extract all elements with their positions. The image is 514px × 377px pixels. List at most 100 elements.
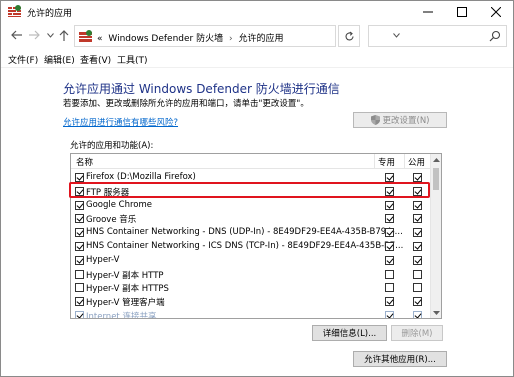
chevron-down-icon [46, 32, 54, 38]
allowed-apps-label: 允许的应用和功能(A): [70, 141, 154, 151]
back-button[interactable] [9, 28, 23, 42]
change-settings-button[interactable]: 更改设置(N) [353, 112, 447, 128]
app-row[interactable]: HNS Container Networking - DNS (UDP-In) … [71, 226, 431, 240]
app-name: Hyper-V 管理客户端 [86, 298, 165, 309]
menu-edit[interactable]: 编辑(E) [44, 53, 75, 66]
private-network-checkbox[interactable] [385, 269, 394, 279]
app-enabled-checkbox[interactable] [75, 242, 84, 251]
maximize-button[interactable] [445, 1, 479, 23]
up-arrow-icon [59, 29, 69, 41]
firewall-shield-icon [8, 5, 21, 17]
private-network-checkbox[interactable] [385, 200, 394, 210]
maximize-icon [457, 7, 467, 17]
remove-button[interactable]: 删除(M) [391, 325, 443, 341]
up-button[interactable] [57, 28, 71, 42]
app-row[interactable]: Hyper-V 副本 HTTPS [71, 281, 431, 295]
search-box[interactable] [368, 25, 507, 47]
minimize-icon [423, 11, 433, 13]
app-enabled-checkbox[interactable] [75, 255, 84, 265]
app-enabled-checkbox[interactable] [75, 173, 84, 182]
scroll-down-icon [432, 310, 440, 315]
refresh-button[interactable] [338, 25, 360, 47]
app-enabled-checkbox[interactable] [75, 214, 84, 224]
public-network-checkbox[interactable] [413, 228, 422, 238]
list-scrollbar[interactable] [430, 154, 441, 318]
address-bar[interactable]: « Windows Defender 防火墙 › 允许的应用 [74, 25, 400, 47]
public-network-checkbox[interactable] [413, 173, 422, 182]
app-enabled-checkbox[interactable] [75, 311, 84, 318]
refresh-icon [344, 31, 354, 40]
menu-tools[interactable]: 工具(T) [117, 53, 148, 66]
recent-locations-button[interactable] [43, 28, 57, 42]
app-enabled-checkbox[interactable] [75, 297, 84, 307]
app-enabled-checkbox[interactable] [75, 269, 84, 279]
public-network-checkbox[interactable] [413, 200, 422, 210]
close-button[interactable] [479, 1, 513, 23]
public-network-checkbox[interactable] [413, 214, 422, 224]
public-network-checkbox[interactable] [413, 297, 422, 307]
app-row[interactable]: Internet 连接共享 [71, 309, 431, 319]
app-row[interactable]: HNS Container Networking - ICS DNS (TCP-… [71, 240, 431, 254]
scroll-up-button[interactable] [431, 154, 441, 165]
navigation-bar: « Windows Defender 防火墙 › 允许的应用 [1, 23, 513, 49]
breadcrumb-allowed-apps[interactable]: 允许的应用 [238, 34, 283, 44]
app-enabled-checkbox[interactable] [75, 283, 84, 293]
details-button[interactable]: 详细信息(L)... [312, 325, 387, 341]
app-name: Hyper-V 副本 HTTPS [86, 284, 169, 295]
public-network-checkbox[interactable] [413, 242, 422, 251]
private-network-checkbox[interactable] [385, 173, 394, 182]
page-heading: 允许应用通过 Windows Defender 防火墙进行通信 [63, 82, 340, 96]
private-network-checkbox[interactable] [385, 255, 394, 265]
allow-other-app-button[interactable]: 允许其他应用(R)... [353, 351, 447, 367]
app-row[interactable]: Hyper-V 副本 HTTP [71, 268, 431, 282]
public-network-checkbox[interactable] [413, 269, 422, 279]
app-name: Groove 音乐 [86, 215, 137, 226]
column-name-header[interactable]: 名称 [76, 156, 93, 168]
minimize-button[interactable] [411, 1, 445, 23]
public-network-checkbox[interactable] [413, 283, 422, 293]
app-enabled-checkbox[interactable] [75, 186, 84, 196]
private-network-checkbox[interactable] [385, 214, 394, 224]
forward-arrow-icon [28, 30, 40, 40]
risk-info-link[interactable]: 允许应用进行通信有哪些风险? [63, 116, 178, 128]
private-network-checkbox[interactable] [385, 186, 394, 196]
scroll-thumb[interactable] [433, 168, 439, 190]
private-network-checkbox[interactable] [385, 242, 394, 251]
menu-bar: 文件(F) 编辑(E) 查看(V) 工具(T) [1, 50, 513, 68]
app-name: Firefox (D:\Mozilla Firefox) [86, 172, 196, 182]
app-row[interactable]: Hyper-V 管理客户端 [71, 295, 431, 309]
breadcrumb: « Windows Defender 防火墙 › 允许的应用 [97, 31, 284, 44]
app-row[interactable]: FTP 服务器 [71, 185, 431, 199]
app-name: HNS Container Networking - ICS DNS (TCP-… [86, 241, 404, 251]
app-name: Internet 连接共享 [86, 312, 157, 319]
public-network-checkbox[interactable] [413, 186, 422, 196]
breadcrumb-firewall[interactable]: Windows Defender 防火墙 [108, 34, 223, 44]
app-name: FTP 服务器 [86, 187, 130, 198]
private-network-checkbox[interactable] [385, 311, 394, 318]
column-public-header[interactable]: 公用 [408, 156, 425, 168]
public-network-checkbox[interactable] [413, 311, 422, 318]
forward-button[interactable] [27, 28, 41, 42]
scroll-down-button[interactable] [431, 307, 441, 318]
app-row[interactable]: Firefox (D:\Mozilla Firefox) [71, 171, 431, 185]
private-network-checkbox[interactable] [385, 297, 394, 307]
menu-file[interactable]: 文件(F) [8, 53, 38, 66]
menu-view[interactable]: 查看(V) [80, 53, 111, 66]
private-network-checkbox[interactable] [385, 283, 394, 293]
close-icon [491, 7, 501, 17]
breadcrumb-overflow[interactable]: « [97, 34, 103, 44]
app-enabled-checkbox[interactable] [75, 228, 84, 238]
app-name: Hyper-V [86, 254, 120, 265]
private-network-checkbox[interactable] [385, 228, 394, 238]
app-name: Hyper-V 副本 HTTP [86, 270, 164, 281]
title-bar: 允许的应用 [1, 1, 513, 23]
allowed-apps-list[interactable]: 名称 专用 公用 Firefox (D:\Mozilla Firefox) FTP… [70, 153, 442, 319]
app-enabled-checkbox[interactable] [75, 200, 84, 210]
column-private-header[interactable]: 专用 [378, 156, 395, 168]
public-network-checkbox[interactable] [413, 255, 422, 265]
app-row[interactable]: Google Chrome [71, 199, 431, 213]
app-row[interactable]: Groove 音乐 [71, 212, 431, 226]
app-row[interactable]: Hyper-V [71, 254, 431, 268]
list-header: 名称 专用 公用 [71, 154, 431, 169]
breadcrumb-separator-icon: › [229, 34, 233, 44]
